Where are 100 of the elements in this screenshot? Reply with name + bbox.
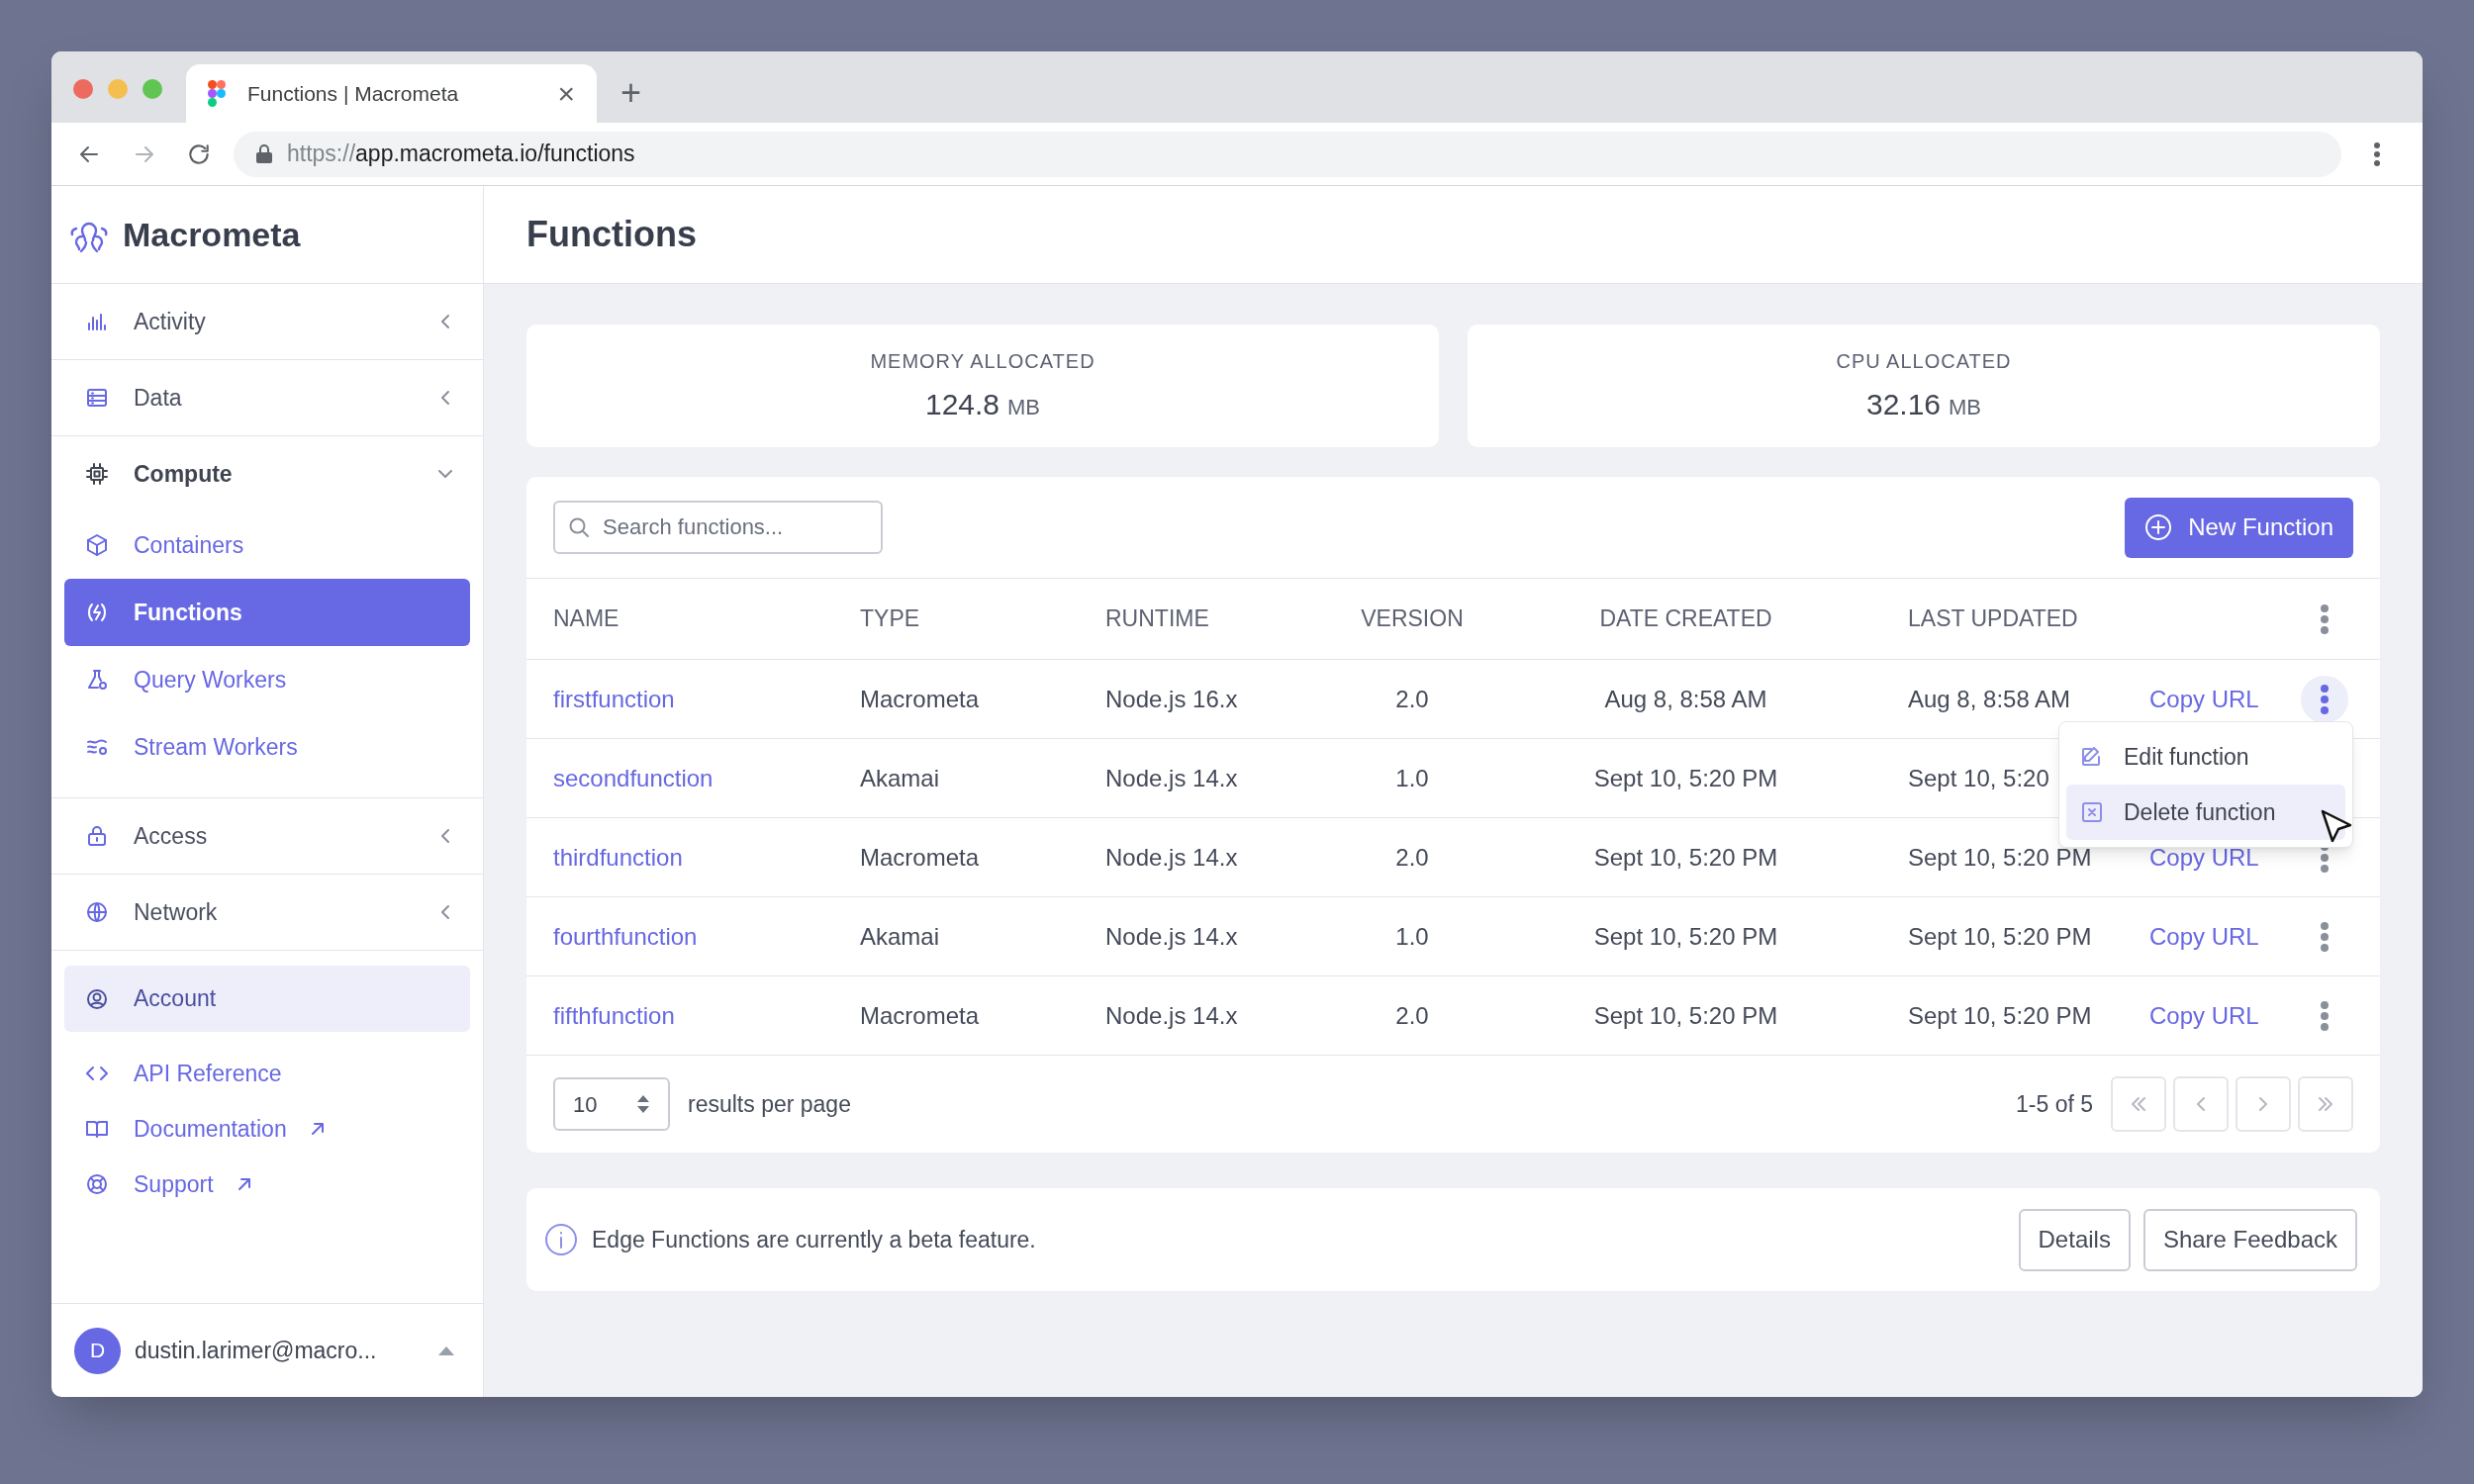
copy-url-link[interactable]: Copy URL: [2149, 923, 2259, 950]
url-text: https://app.macrometa.io/functions: [287, 139, 635, 169]
nav-section[interactable]: Data: [51, 360, 483, 435]
menu-icon[interactable]: [2373, 140, 2381, 167]
column-header: DATE CREATED: [1598, 604, 1773, 634]
search-icon: [568, 516, 590, 538]
function-link[interactable]: secondfunction: [553, 761, 714, 796]
table-cell-text: Macrometa: [860, 843, 981, 873]
table-cell-text: Node.js 14.x: [1105, 843, 1239, 873]
nav-section[interactable]: Access: [51, 798, 483, 874]
function-link[interactable]: firstfunction: [553, 682, 675, 717]
table-cell-text: Aug 8, 8:58 AM: [1907, 685, 2072, 714]
per-page-label: results per page: [688, 1089, 851, 1119]
nav-link[interactable]: Support: [64, 1157, 470, 1212]
table-cell-text: 2.0: [1394, 1001, 1430, 1031]
table-cell-text: Sept 10, 5:20 PM: [1907, 922, 2093, 952]
function-link[interactable]: thirdfunction: [553, 840, 683, 876]
column-header: LAST UPDATED: [1907, 604, 2079, 634]
menu-item[interactable]: Edit function: [2066, 729, 2345, 785]
nav-section[interactable]: Compute: [51, 436, 483, 511]
user-circle-icon: [85, 986, 109, 1011]
lifebuoy-icon: [85, 1172, 109, 1196]
search-field[interactable]: Search functions...: [553, 501, 883, 554]
browser-tab[interactable]: Functions | Macrometa ×: [186, 64, 597, 123]
lock-icon: [255, 143, 273, 164]
stat-value: 32.16: [1865, 386, 1942, 422]
brand-name: Macrometa: [123, 214, 301, 255]
table-cell-text: Akamai: [860, 764, 941, 793]
table-cell-text: Macrometa: [860, 685, 981, 714]
nav-item[interactable]: Stream Workers: [64, 713, 470, 781]
more-icon[interactable]: [2320, 603, 2330, 635]
account-menu[interactable]: D dustin.larimer@macro...: [51, 1303, 483, 1397]
avatar: D: [74, 1327, 121, 1374]
window-control-icon[interactable]: [73, 79, 93, 99]
column-header: VERSION: [1360, 604, 1465, 634]
window-control-icon[interactable]: [143, 79, 162, 99]
bolt-icon: [85, 601, 109, 624]
table-cell-text: 1.0: [1394, 922, 1430, 952]
table-cell-text: Aug 8, 8:58 AM: [1603, 685, 1768, 714]
notice-text: Edge Functions are currently a beta feature.: [592, 1225, 1036, 1254]
menu-item[interactable]: Delete function: [2066, 785, 2345, 840]
table-cell-text: 2.0: [1394, 685, 1430, 714]
sort-icon: [636, 1093, 650, 1115]
favicon-icon: [208, 79, 226, 108]
page-button[interactable]: [2111, 1076, 2166, 1132]
table-cell-text: Macrometa: [860, 1001, 981, 1031]
tab-title: Functions | Macrometa: [247, 80, 460, 107]
table-cell-text: Sept 10, 5:20 PM: [1907, 1001, 2093, 1031]
table-cell-text: Node.js 14.x: [1105, 922, 1239, 952]
nav-link[interactable]: API Reference: [64, 1046, 470, 1101]
nav-section[interactable]: Activity: [51, 284, 483, 359]
per-page-select[interactable]: 10: [553, 1077, 670, 1131]
column-header: RUNTIME: [1105, 604, 1210, 634]
new-function-button[interactable]: New Function: [2125, 497, 2353, 558]
info-icon: [544, 1223, 578, 1256]
function-link[interactable]: fourthfunction: [553, 919, 698, 955]
copy-url-link[interactable]: Copy URL: [2149, 1002, 2259, 1029]
close-icon[interactable]: ×: [557, 78, 575, 109]
table-cell-text: Sept 10, 5:20 PM: [1907, 843, 2093, 873]
copy-url-link[interactable]: Copy URL: [2149, 686, 2259, 712]
globe-icon: [85, 900, 109, 924]
more-button[interactable]: [2301, 676, 2348, 723]
page-title: Functions: [526, 213, 697, 256]
caret-up-icon: [437, 1345, 455, 1356]
table-cell-text: Sept 10, 5:20 PM: [1592, 764, 1779, 793]
stat-label: CPU ALLOCATED: [1836, 348, 2012, 374]
flask-icon: [85, 668, 109, 692]
nav-item[interactable]: Functions: [64, 579, 470, 646]
nav-item[interactable]: Query Workers: [64, 646, 470, 713]
table-cell-text: Akamai: [860, 922, 941, 952]
more-icon: [2320, 1000, 2330, 1032]
address-bar[interactable]: https://app.macrometa.io/functions: [234, 131, 2341, 177]
table-cell-text: Sept 10, 5:20 PM: [1592, 922, 1779, 952]
new-tab-button[interactable]: +: [620, 75, 642, 111]
stat-unit: MB: [1007, 393, 1041, 421]
more-icon: [2320, 921, 2330, 953]
table-cell-text: Sept 10, 5:20 PM: [1592, 843, 1779, 873]
more-icon: [2320, 684, 2330, 715]
page-range: 1-5 of 5: [2016, 1089, 2093, 1119]
nav-item[interactable]: Containers: [64, 511, 470, 579]
stat-label: MEMORY ALLOCATED: [870, 348, 1095, 374]
table-cell-text: Node.js 14.x: [1105, 1001, 1239, 1031]
table-cell-text: Sept 10, 5:20: [1907, 764, 2050, 793]
table-cell-text: Node.js 14.x: [1105, 764, 1239, 793]
function-link[interactable]: fifthfunction: [553, 998, 675, 1034]
page-button[interactable]: [2298, 1076, 2353, 1132]
nav-section[interactable]: Network: [51, 875, 483, 950]
nav-link[interactable]: Documentation: [64, 1101, 470, 1157]
copy-url-link[interactable]: Copy URL: [2149, 844, 2259, 871]
chip-icon: [85, 462, 109, 486]
notice-button[interactable]: Share Feedback: [2142, 1208, 2357, 1271]
table-cell-text: 1.0: [1394, 764, 1430, 793]
stat-unit: MB: [1949, 393, 1982, 421]
nav-link[interactable]: Account: [64, 966, 470, 1032]
table-cell-text: Sept 10, 5:20 PM: [1592, 1001, 1779, 1031]
delete-icon: [2080, 800, 2104, 824]
table-cell-text: 2.0: [1394, 843, 1430, 873]
notice-button[interactable]: Details: [2018, 1208, 2131, 1271]
table-cell-text: Node.js 16.x: [1105, 685, 1239, 714]
stat-value: 124.8: [924, 386, 1000, 422]
